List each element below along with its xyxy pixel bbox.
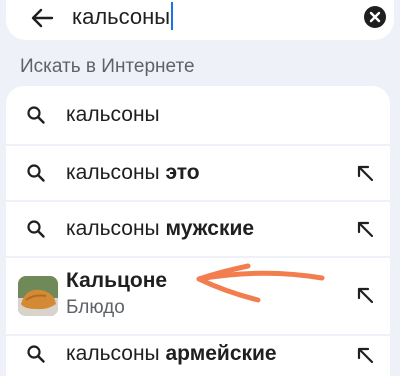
arrow-up-left-icon[interactable] — [354, 344, 376, 366]
suggestion-text: кальсоны армейские — [66, 340, 277, 368]
text-caret — [171, 2, 174, 30]
suggestion-text: кальсоны это — [66, 159, 200, 187]
entity-title: Кальцоне — [66, 269, 168, 292]
suggestion-bold: армейские — [165, 342, 277, 365]
arrow-up-left-icon[interactable] — [354, 284, 376, 306]
arrow-back-icon[interactable] — [30, 8, 54, 28]
suggestion-plain: кальсоны — [66, 342, 166, 365]
search-input[interactable]: кальсоны — [72, 2, 174, 32]
clear-icon[interactable] — [364, 6, 386, 28]
food-thumbnail — [18, 276, 58, 316]
suggestion-plain: кальсоны — [66, 217, 166, 240]
suggestion-text: кальсоны мужские — [66, 215, 254, 243]
suggestion-item[interactable]: кальсоны армейские — [6, 336, 390, 376]
suggestion-item[interactable]: кальсоны это — [6, 146, 390, 200]
arrow-up-left-icon[interactable] — [354, 162, 376, 184]
search-icon — [27, 106, 45, 124]
search-bar: кальсоны — [6, 0, 394, 40]
search-query-text: кальсоны — [72, 4, 171, 29]
suggestion-text: кальсоны — [66, 101, 160, 129]
suggestion-item[interactable]: кальсоны мужские — [6, 202, 390, 256]
entity-subtitle: Блюдо — [66, 297, 125, 318]
suggestion-plain: кальсоны — [66, 161, 166, 184]
suggestion-item[interactable]: кальсоны — [6, 86, 390, 144]
section-label: Искать в Интернете — [20, 56, 195, 77]
suggestion-bold: это — [165, 161, 200, 184]
suggestion-bold: мужские — [165, 217, 255, 240]
entity-suggestion-item[interactable]: Кальцоне Блюдо — [6, 258, 390, 334]
search-icon — [27, 220, 45, 238]
search-icon — [27, 345, 45, 363]
suggestion-plain: кальсоны — [66, 103, 160, 126]
search-icon — [27, 164, 45, 182]
arrow-up-left-icon[interactable] — [354, 218, 376, 240]
